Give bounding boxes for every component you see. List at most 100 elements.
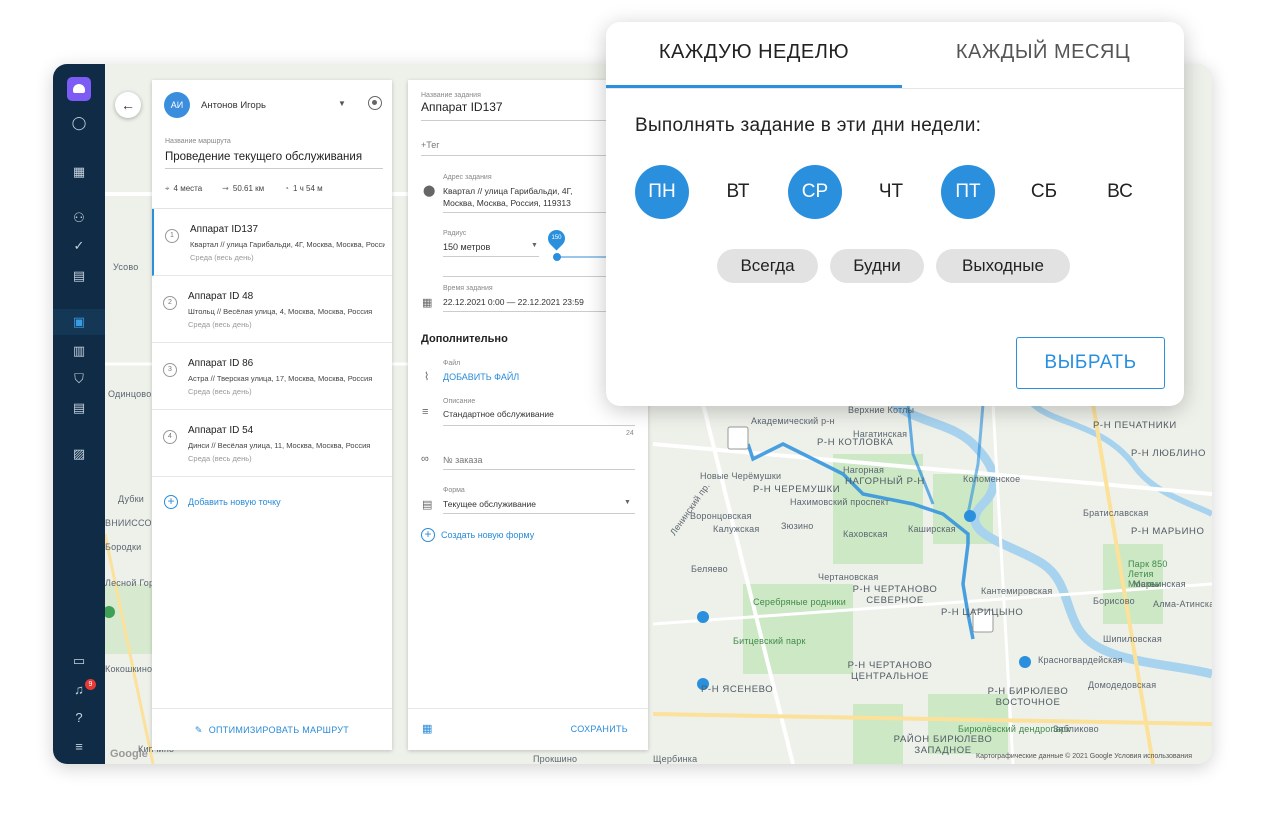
link-icon: ∞: [421, 453, 429, 465]
stop-number: 2: [163, 296, 177, 310]
task-name-field[interactable]: Аппарат ID137: [421, 100, 503, 114]
preset-always-chip[interactable]: Всегда: [717, 249, 818, 283]
routes-clipboard-icon[interactable]: ▣: [71, 314, 87, 330]
day-toggle-fri[interactable]: ПТ: [941, 165, 995, 219]
time-label: Время задания: [443, 285, 493, 292]
preset-weekdays-chip[interactable]: Будни: [830, 249, 924, 283]
help-icon[interactable]: ?: [71, 710, 87, 726]
create-form-label: Создать новую форму: [441, 530, 535, 540]
map-label: Р-Н ЛЮБЛИНО: [1131, 448, 1206, 459]
description-char-count: 24: [626, 430, 634, 437]
select-button[interactable]: ВЫБРАТЬ: [1016, 337, 1165, 389]
sidebar: ◯ ▦ ⚇ ✓ ▤ ▣ ▥ ⛉ ▤ ▨ ▭ ♫ 9 ? ≡: [53, 64, 105, 764]
form-select[interactable]: Текущее обслуживание: [443, 499, 536, 509]
route-stop[interactable]: 2 Аппарат ID 48 Штольц // Весёлая улица,…: [152, 276, 392, 343]
map-label: Кокошкино: [105, 664, 153, 674]
tab-every-week[interactable]: КАЖДУЮ НЕДЕЛЮ: [606, 22, 902, 88]
stop-address: Астра // Тверская улица, 17, Москва, Мос…: [188, 374, 373, 383]
stop-schedule: Среда (весь день): [188, 387, 252, 396]
map-label: Усово: [113, 262, 139, 272]
map-label: Шипиловская: [1103, 634, 1162, 644]
map-label: Р-Н ЧЕРТАНОВО СЕВЕРНОЕ: [852, 584, 938, 606]
avatar[interactable]: АИ: [164, 92, 190, 118]
map-label: Кантемировская: [981, 586, 1053, 596]
calendar-icon: ▦: [422, 297, 433, 309]
chevron-down-icon[interactable]: ▼: [531, 242, 538, 249]
profile-icon[interactable]: ◯: [71, 115, 87, 131]
time-field[interactable]: 22.12.2021 0:00 — 22.12.2021 23:59: [443, 297, 584, 307]
employees-icon[interactable]: ⚇: [71, 210, 87, 226]
chevron-down-icon[interactable]: ▼: [338, 99, 346, 108]
calendar-icon[interactable]: ▥: [71, 343, 87, 359]
order-number-input[interactable]: № заказа: [443, 455, 482, 465]
stop-title: Аппарат ID137: [190, 224, 259, 235]
map-label: Коломенское: [963, 474, 1021, 484]
assignee-name[interactable]: Антонов Игорь: [201, 100, 266, 111]
map-label: Зябликово: [1053, 724, 1099, 734]
add-file-button[interactable]: ДОБАВИТЬ ФАЙЛ: [443, 372, 519, 382]
address-line2[interactable]: Москва, Москва, Россия, 119313: [443, 198, 571, 208]
back-button[interactable]: ←: [115, 92, 141, 118]
route-name-field[interactable]: Проведение текущего обслуживания: [165, 151, 383, 169]
map-label: Беляево: [691, 564, 728, 574]
stop-title: Аппарат ID 48: [188, 291, 254, 302]
description-field[interactable]: Стандартное обслуживание: [443, 409, 554, 419]
map-label: Нагорная: [843, 465, 885, 475]
day-toggle-mon[interactable]: ПН: [635, 165, 689, 219]
keyboard-icon[interactable]: ▦: [422, 722, 432, 735]
map-label: Зюзино: [781, 521, 814, 531]
pin-icon: ⌖: [165, 184, 170, 193]
route-stop[interactable]: 3 Аппарат ID 86 Астра // Тверская улица,…: [152, 343, 392, 410]
chat-icon[interactable]: ▭: [71, 653, 87, 669]
radius-select[interactable]: 150 метров: [443, 242, 490, 252]
form-icon: ▤: [422, 499, 433, 511]
address-line1[interactable]: Квартал // улица Гарибальди, 4Г,: [443, 186, 573, 196]
radius-slider-bubble: 150: [544, 226, 569, 251]
day-toggle-tue[interactable]: ВТ: [711, 165, 765, 219]
chevron-down-icon[interactable]: ▼: [624, 499, 631, 506]
radius-slider-thumb[interactable]: [553, 253, 561, 261]
duration-stat: ◔ 1 ч 54 м: [284, 184, 323, 193]
map-label: Каширская: [908, 524, 956, 534]
reports-icon[interactable]: ▨: [71, 446, 87, 462]
stop-address: Квартал // улица Гарибальди, 4Г, Москва,…: [190, 240, 385, 249]
day-toggle-sat[interactable]: СБ: [1017, 165, 1071, 219]
map-icon[interactable]: ▤: [71, 268, 87, 284]
save-button[interactable]: СОХРАНИТЬ: [571, 724, 628, 734]
map-label: Р-Н ЯСЕНЕВО: [701, 684, 774, 695]
create-form-button[interactable]: + Создать новую форму: [421, 528, 534, 542]
locate-icon[interactable]: [368, 96, 382, 110]
map-label: Дубки: [118, 494, 145, 504]
dashboard-icon[interactable]: ▦: [71, 164, 87, 180]
forms-icon[interactable]: ▤: [71, 400, 87, 416]
divider: [443, 256, 539, 257]
add-point-button[interactable]: + Добавить новую точку: [164, 495, 281, 509]
stop-number: 1: [165, 229, 179, 243]
plus-icon: +: [164, 495, 178, 509]
tasks-check-icon[interactable]: ✓: [71, 238, 87, 254]
day-toggle-sun[interactable]: ВС: [1093, 165, 1147, 219]
preset-weekends-chip[interactable]: Выходные: [936, 249, 1070, 283]
days-prompt: Выполнять задание в эти дни недели:: [635, 115, 982, 136]
tab-every-month[interactable]: КАЖДЫЙ МЕСЯЦ: [902, 22, 1184, 88]
app-logo-icon[interactable]: [67, 77, 91, 101]
tag-input[interactable]: +Тег: [421, 140, 440, 150]
map-label: Р-Н БИРЮЛЕВО ВОСТОЧНОЕ: [987, 686, 1069, 708]
route-stop[interactable]: 1 Аппарат ID137 Квартал // улица Гарибал…: [152, 209, 392, 276]
stop-number: 3: [163, 363, 177, 377]
divider: [606, 88, 1184, 89]
day-toggle-thu[interactable]: ЧТ: [864, 165, 918, 219]
route-stop[interactable]: 4 Аппарат ID 54 Динси // Весёлая улица, …: [152, 410, 392, 477]
map-label: Алма-Атинская: [1153, 599, 1212, 609]
schedule-popup: КАЖДУЮ НЕДЕЛЮ КАЖДЫЙ МЕСЯЦ Выполнять зад…: [606, 22, 1184, 406]
notification-badge: 9: [85, 679, 96, 690]
optimize-route-button[interactable]: ✎ ОПТИМИЗИРОВАТЬ МАРШРУТ: [152, 708, 392, 750]
text-lines-icon: ≡: [422, 406, 429, 418]
day-toggle-wed[interactable]: СР: [788, 165, 842, 219]
divider: [443, 469, 635, 470]
map-label: Серебряные родники: [753, 597, 846, 607]
collapse-menu-icon[interactable]: ≡: [71, 739, 87, 755]
map-footer[interactable]: Картографические данные © 2021 Google Ус…: [976, 753, 1192, 760]
distance-stat: ⇝ 50.61 км: [222, 184, 265, 193]
shield-icon[interactable]: ⛉: [71, 371, 87, 387]
